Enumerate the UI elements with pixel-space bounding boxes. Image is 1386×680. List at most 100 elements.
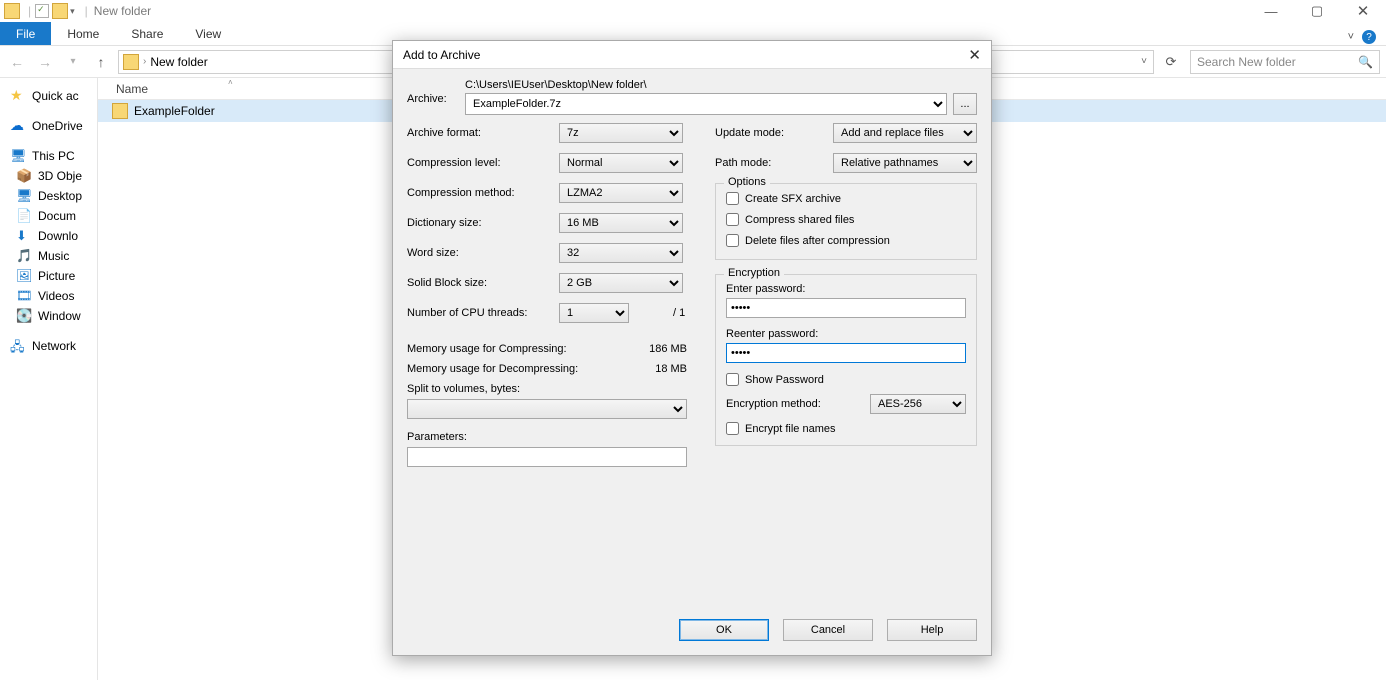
parameters-input[interactable] (407, 447, 687, 467)
solid-block-size-select[interactable]: 2 GB (559, 273, 683, 293)
archive-label: Archive: (407, 79, 455, 105)
tree-windows[interactable]: 💽Window (0, 306, 97, 326)
split-label: Split to volumes, bytes: (407, 383, 687, 395)
forward-button[interactable]: → (34, 51, 56, 73)
archive-name-combo[interactable]: ExampleFolder.7z (465, 93, 947, 115)
folder-icon (4, 3, 20, 19)
folder-icon (123, 54, 139, 70)
tree-documents[interactable]: 📄Docum (0, 206, 97, 226)
help-icon[interactable]: ? (1362, 30, 1376, 44)
column-name[interactable]: Name (116, 82, 148, 96)
tree-music[interactable]: 🎵Music (0, 246, 97, 266)
tree-this-pc[interactable]: 🖥This PC (0, 146, 97, 166)
open-folder-qat-icon[interactable] (52, 3, 68, 19)
path-mode-select[interactable]: Relative pathnames (833, 153, 977, 173)
mem-decompress-value: 18 MB (655, 363, 687, 375)
maximize-button[interactable]: ▢ (1294, 0, 1340, 22)
properties-qat-icon[interactable] (35, 4, 49, 18)
picture-icon: 🖼 (16, 268, 32, 284)
video-icon: 🎞 (16, 288, 32, 304)
desktop-icon: 🖥 (16, 188, 32, 204)
threads-max: / 1 (673, 307, 685, 319)
compress-shared-checkbox[interactable]: Compress shared files (726, 213, 966, 226)
create-sfx-checkbox[interactable]: Create SFX archive (726, 192, 966, 205)
search-input[interactable]: Search New folder 🔍 (1190, 50, 1380, 74)
tab-home[interactable]: Home (51, 22, 115, 45)
mem-compress-label: Memory usage for Compressing: (407, 343, 649, 355)
encrypt-file-names-checkbox[interactable]: Encrypt file names (726, 422, 966, 435)
navigation-pane[interactable]: ★Quick ac ☁OneDrive 🖥This PC 📦3D Obje 🖥D… (0, 78, 98, 680)
tree-onedrive[interactable]: ☁OneDrive (0, 116, 97, 136)
search-placeholder: Search New folder (1197, 55, 1296, 69)
pc-icon: 🖥 (10, 148, 26, 164)
tree-3d-objects[interactable]: 📦3D Obje (0, 166, 97, 186)
encryption-method-label: Encryption method: (726, 398, 860, 410)
search-icon: 🔍 (1358, 55, 1373, 69)
archive-path: C:\Users\IEUser\Desktop\New folder\ (465, 79, 977, 91)
options-fieldset: Options Create SFX archive Compress shar… (715, 183, 977, 260)
threads-label: Number of CPU threads: (407, 307, 559, 319)
tab-view[interactable]: View (179, 22, 237, 45)
up-button[interactable]: ↑ (90, 51, 112, 73)
tree-quick-access[interactable]: ★Quick ac (0, 86, 97, 106)
split-volumes-select[interactable] (407, 399, 687, 419)
compression-method-select[interactable]: LZMA2 (559, 183, 683, 203)
encryption-method-select[interactable]: AES-256 (870, 394, 966, 414)
refresh-button[interactable]: ⟳ (1160, 51, 1182, 73)
dictionary-size-select[interactable]: 16 MB (559, 213, 683, 233)
tree-videos[interactable]: 🎞Videos (0, 286, 97, 306)
dialog-titlebar[interactable]: Add to Archive ✕ (393, 41, 991, 69)
options-legend: Options (724, 176, 770, 188)
breadcrumb[interactable]: New folder (150, 55, 207, 69)
reenter-password-input[interactable] (726, 343, 966, 363)
tree-desktop[interactable]: 🖥Desktop (0, 186, 97, 206)
update-mode-label: Update mode: (715, 127, 833, 139)
tree-downloads[interactable]: ⬇Downlo (0, 226, 97, 246)
show-password-checkbox[interactable]: Show Password (726, 373, 966, 386)
mem-compress-value: 186 MB (649, 343, 687, 355)
download-icon: ⬇ (16, 228, 32, 244)
delete-after-checkbox[interactable]: Delete files after compression (726, 234, 966, 247)
chevron-right-icon[interactable]: › (143, 56, 146, 67)
cpu-threads-select[interactable]: 1 (559, 303, 629, 323)
sort-indicator-icon: ˄ (228, 78, 233, 87)
qat-dropdown-icon[interactable]: ▾ (70, 6, 75, 17)
file-name: ExampleFolder (134, 104, 215, 118)
title-bar: | ▾ | New folder (0, 0, 1386, 22)
method-label: Compression method: (407, 187, 559, 199)
network-icon: 🖧 (10, 338, 26, 354)
reenter-password-label: Reenter password: (726, 328, 966, 340)
separator: | (85, 4, 88, 18)
address-dropdown-icon[interactable]: ˅ (1141, 56, 1147, 67)
word-size-select[interactable]: 32 (559, 243, 683, 263)
star-icon: ★ (10, 88, 26, 104)
folder-icon (112, 103, 128, 119)
close-button[interactable]: ✕ (1340, 0, 1386, 22)
tree-pictures[interactable]: 🖼Picture (0, 266, 97, 286)
browse-button[interactable]: ... (953, 93, 977, 115)
enter-password-input[interactable] (726, 298, 966, 318)
recent-locations-button[interactable]: ▾ (62, 51, 84, 73)
disk-icon: 💽 (16, 308, 32, 324)
file-tab[interactable]: File (0, 22, 51, 45)
archive-format-select[interactable]: 7z (559, 123, 683, 143)
help-button[interactable]: Help (887, 619, 977, 641)
tab-share[interactable]: Share (115, 22, 179, 45)
compression-level-select[interactable]: Normal (559, 153, 683, 173)
back-button[interactable]: ← (6, 51, 28, 73)
window-controls: — ▢ ✕ (1248, 0, 1386, 22)
cloud-icon: ☁ (10, 118, 26, 134)
ribbon-expand-icon[interactable]: ˅ (1348, 31, 1354, 43)
ok-button[interactable]: OK (679, 619, 769, 641)
update-mode-select[interactable]: Add and replace files (833, 123, 977, 143)
dialog-close-button[interactable]: ✕ (968, 46, 981, 64)
enter-password-label: Enter password: (726, 283, 966, 295)
add-to-archive-dialog: Add to Archive ✕ Archive: C:\Users\IEUse… (392, 40, 992, 656)
block-label: Solid Block size: (407, 277, 559, 289)
tree-network[interactable]: 🖧Network (0, 336, 97, 356)
encryption-legend: Encryption (724, 267, 784, 279)
cube-icon: 📦 (16, 168, 32, 184)
minimize-button[interactable]: — (1248, 0, 1294, 22)
cancel-button[interactable]: Cancel (783, 619, 873, 641)
window-title: New folder (94, 4, 151, 18)
